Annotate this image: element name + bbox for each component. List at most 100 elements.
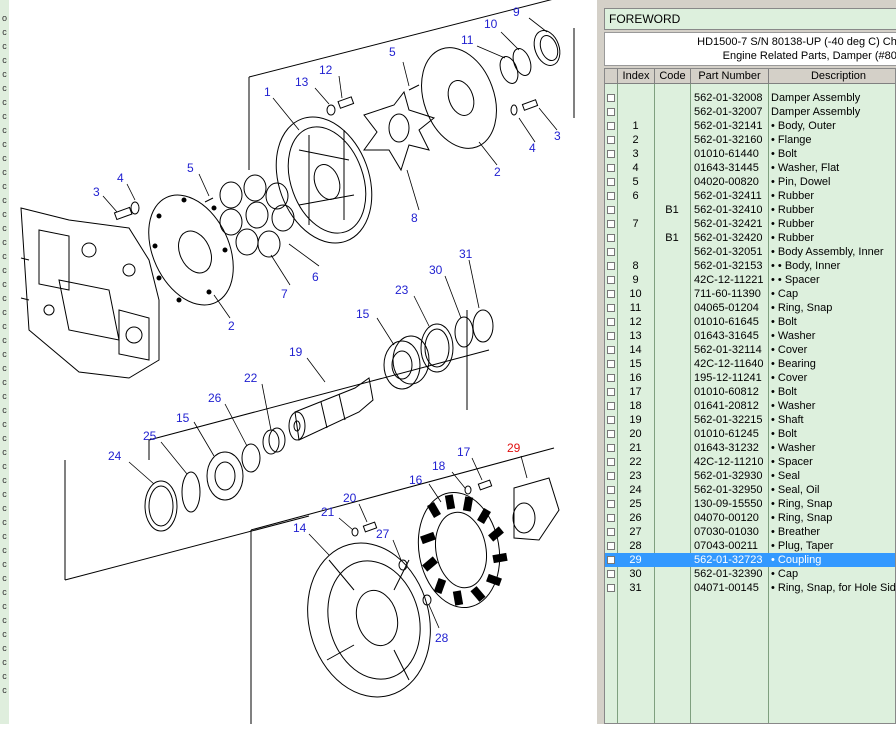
row-checkbox[interactable] [607,444,615,452]
row-checkbox[interactable] [607,150,615,158]
table-row[interactable]: 27 07030-01030 • Breather [605,525,895,539]
table-row[interactable]: 9 42C-12-11221 • • Spacer [605,273,895,287]
row-checkbox[interactable] [607,556,615,564]
table-row[interactable]: 18 01641-20812 • Washer [605,399,895,413]
table-row[interactable]: B1 562-01-32420 • Rubber [605,231,895,245]
table-row[interactable]: 28 07043-00211 • Plug, Taper [605,539,895,553]
callout-5-right[interactable]: 5 [389,45,396,59]
callout-10[interactable]: 10 [484,17,498,31]
callout-5-left[interactable]: 5 [187,161,194,175]
table-row[interactable]: 30 562-01-32390 • Cap [605,567,895,581]
table-row[interactable]: 562-01-32051 • Body Assembly, Inner [605,245,895,259]
table-row[interactable]: B1 562-01-32410 • Rubber [605,203,895,217]
callout-21[interactable]: 21 [321,505,335,519]
callout-30[interactable]: 30 [429,263,443,277]
callout-18[interactable]: 18 [432,459,446,473]
callout-13[interactable]: 13 [295,75,309,89]
table-row[interactable]: 4 01643-31445 • Washer, Flat [605,161,895,175]
row-checkbox[interactable] [607,402,615,410]
document-title-field[interactable]: FOREWORD [604,8,896,30]
callout-4-right[interactable]: 4 [529,141,536,155]
table-row[interactable]: 19 562-01-32215 • Shaft [605,413,895,427]
table-row[interactable]: 21 01643-31232 • Washer [605,441,895,455]
row-checkbox[interactable] [607,458,615,466]
callout-4-left[interactable]: 4 [117,171,124,185]
row-checkbox[interactable] [607,304,615,312]
table-row[interactable]: 25 130-09-15550 • Ring, Snap [605,497,895,511]
callout-9[interactable]: 9 [513,5,520,19]
row-checkbox[interactable] [607,178,615,186]
row-checkbox[interactable] [607,262,615,270]
table-row[interactable]: 10 711-60-11390 • Cap [605,287,895,301]
table-row[interactable]: 13 01643-31645 • Washer [605,329,895,343]
callout-16[interactable]: 16 [409,473,423,487]
callout-11[interactable]: 11 [461,33,474,47]
table-row[interactable]: 29 562-01-32723 • Coupling [605,553,895,567]
callout-6[interactable]: 6 [312,270,319,284]
callout-3-left[interactable]: 3 [93,185,100,199]
row-checkbox[interactable] [607,122,615,130]
column-header-part-number[interactable]: Part Number [691,69,769,84]
row-checkbox[interactable] [607,234,615,242]
callout-14[interactable]: 14 [293,521,307,535]
callout-27[interactable]: 27 [376,527,390,541]
column-header-description[interactable]: Description [769,69,895,84]
callout-26[interactable]: 26 [208,391,222,405]
row-checkbox[interactable] [607,290,615,298]
table-row[interactable]: 22 42C-12-11210 • Spacer [605,455,895,469]
row-checkbox[interactable] [607,248,615,256]
row-checkbox[interactable] [607,500,615,508]
callout-2-left[interactable]: 2 [228,319,235,333]
table-row[interactable]: 23 562-01-32930 • Seal [605,469,895,483]
callout-15-upper[interactable]: 15 [356,307,370,321]
row-checkbox[interactable] [607,542,615,550]
table-row[interactable]: 11 04065-01204 • Ring, Snap [605,301,895,315]
row-checkbox[interactable] [607,318,615,326]
row-checkbox[interactable] [607,332,615,340]
parts-table[interactable]: Index Code Part Number Description 562-0… [604,68,896,724]
table-row[interactable]: 15 42C-12-11640 • Bearing [605,357,895,371]
row-checkbox[interactable] [607,416,615,424]
row-checkbox[interactable] [607,584,615,592]
callout-15-lower[interactable]: 15 [176,411,190,425]
table-row[interactable]: 3 01010-61440 • Bolt [605,147,895,161]
callout-1[interactable]: 1 [264,85,271,99]
callout-28[interactable]: 28 [435,631,449,645]
column-header-index[interactable]: Index [618,69,655,84]
row-checkbox[interactable] [607,472,615,480]
table-row[interactable]: 16 195-12-11241 • Cover [605,371,895,385]
row-checkbox[interactable] [607,164,615,172]
callout-25[interactable]: 25 [143,429,157,443]
row-checkbox[interactable] [607,570,615,578]
callout-31[interactable]: 31 [459,247,473,261]
row-checkbox[interactable] [607,514,615,522]
table-row[interactable]: 562-01-32008 Damper Assembly [605,91,895,105]
table-row[interactable]: 7 562-01-32421 • Rubber [605,217,895,231]
row-checkbox[interactable] [607,220,615,228]
table-row[interactable]: 17 01010-60812 • Bolt [605,385,895,399]
row-checkbox[interactable] [607,430,615,438]
row-checkbox[interactable] [607,388,615,396]
row-checkbox[interactable] [607,346,615,354]
callout-7[interactable]: 7 [281,287,288,301]
table-row[interactable]: 31 04071-00145 • Ring, Snap, for Hole Sid [605,581,895,595]
row-checkbox[interactable] [607,276,615,284]
table-row[interactable]: 12 01010-61645 • Bolt [605,315,895,329]
table-row[interactable]: 1 562-01-32141 • Body, Outer [605,119,895,133]
callout-20[interactable]: 20 [343,491,357,505]
table-row[interactable]: 6 562-01-32411 • Rubber [605,189,895,203]
table-row[interactable]: 24 562-01-32950 • Seal, Oil [605,483,895,497]
row-checkbox[interactable] [607,486,615,494]
callout-3-right[interactable]: 3 [554,129,561,143]
callout-22[interactable]: 22 [244,371,258,385]
column-header-code[interactable]: Code [655,69,691,84]
callout-29[interactable]: 29 [507,441,521,455]
table-row[interactable]: 2 562-01-32160 • Flange [605,133,895,147]
row-checkbox[interactable] [607,108,615,116]
row-checkbox[interactable] [607,528,615,536]
table-row[interactable]: 20 01010-61245 • Bolt [605,427,895,441]
table-row[interactable]: 8 562-01-32153 • • Body, Inner [605,259,895,273]
row-checkbox[interactable] [607,192,615,200]
callout-24[interactable]: 24 [108,449,122,463]
row-checkbox[interactable] [607,374,615,382]
